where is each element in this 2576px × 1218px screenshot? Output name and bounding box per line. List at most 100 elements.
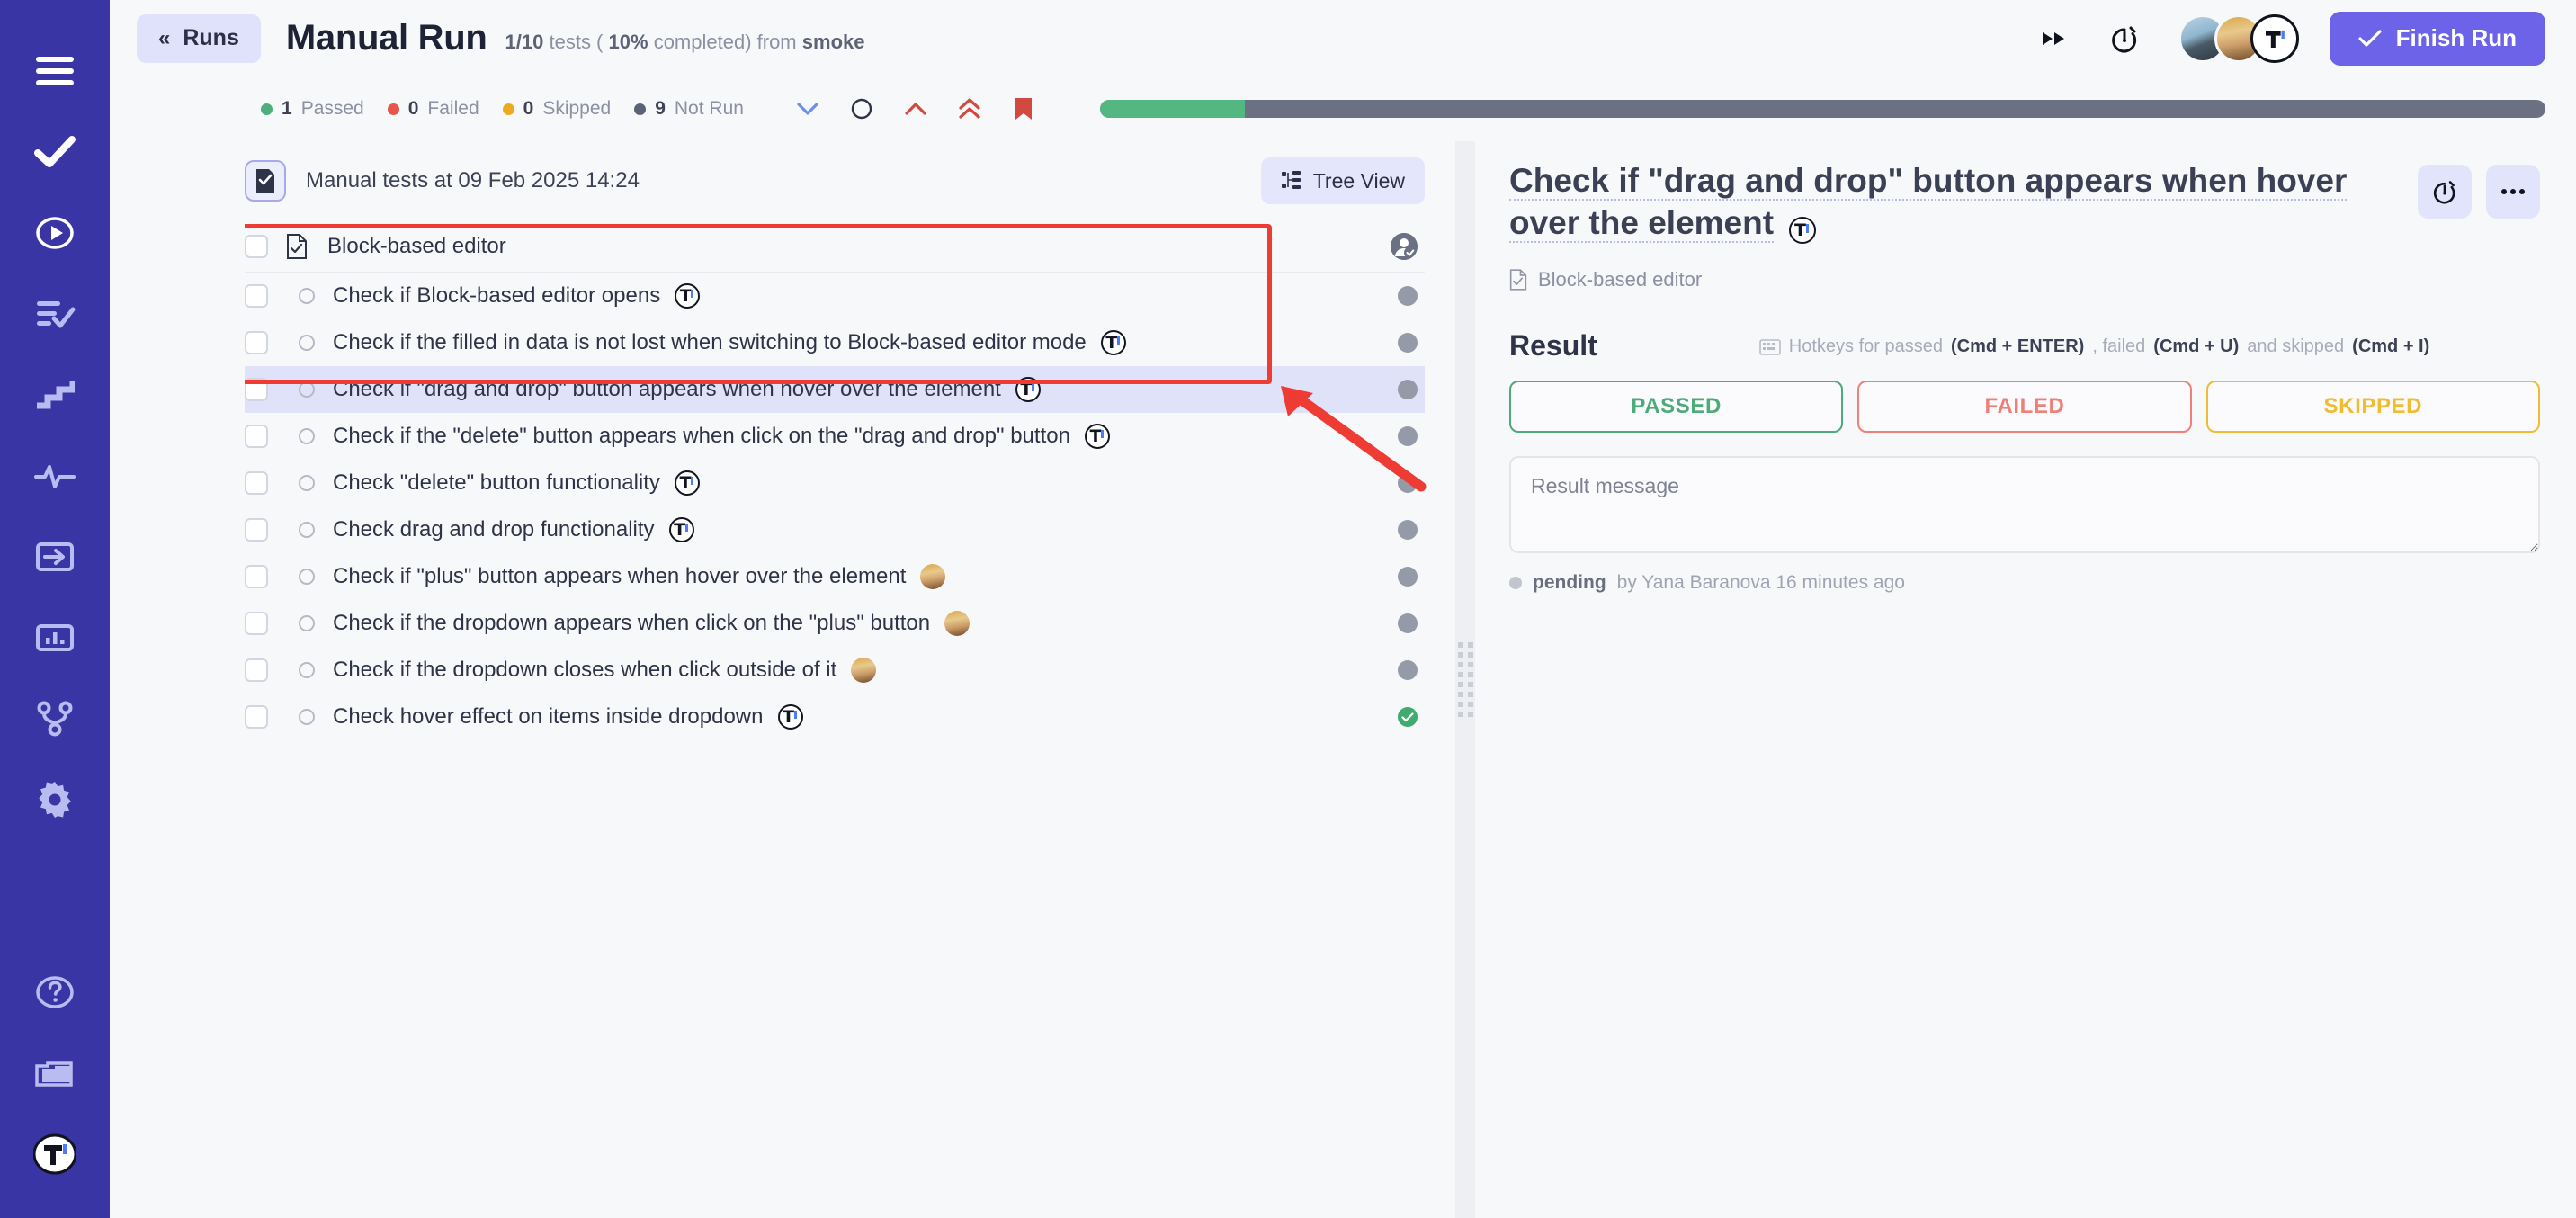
menu-icon[interactable]	[0, 31, 110, 112]
stopwatch-icon[interactable]	[2105, 19, 2144, 58]
test-checkbox[interactable]	[245, 612, 268, 635]
detail-breadcrumb: Block-based editor	[1509, 268, 2540, 291]
participant-avatars[interactable]	[2178, 14, 2299, 63]
test-row[interactable]: Check if the dropdown closes when click …	[245, 647, 1425, 694]
folder-icon[interactable]	[0, 1033, 110, 1114]
branch-icon[interactable]	[0, 678, 110, 759]
test-checkbox[interactable]	[245, 705, 268, 729]
status-badge: 0 Failed	[388, 98, 479, 120]
t-logo-badge-icon[interactable]: T	[675, 283, 700, 309]
chevron-down-icon[interactable]	[792, 94, 823, 124]
passed-count: 1	[282, 98, 292, 120]
result-status-meta: by Yana Baranova 16 minutes ago	[1617, 572, 1905, 594]
assignee-avatar[interactable]	[851, 658, 876, 683]
back-to-runs-label: Runs	[183, 25, 239, 51]
test-checkbox[interactable]	[245, 518, 268, 542]
manual-tests-sheet-icon[interactable]	[245, 160, 286, 202]
test-status-indicator	[1398, 380, 1418, 399]
hotkeys-skipped-key: (Cmd + I)	[2352, 336, 2429, 357]
checkmark-icon[interactable]	[0, 112, 110, 193]
status-dot-notrun	[1398, 567, 1418, 587]
run-subtitle-completed: completed) from	[654, 31, 797, 53]
import-icon[interactable]	[0, 516, 110, 597]
list-check-icon[interactable]	[0, 273, 110, 354]
assignee-avatar[interactable]	[920, 564, 945, 589]
assignee-avatar[interactable]	[944, 611, 970, 636]
test-status-indicator	[1398, 707, 1418, 727]
result-status-text: pending	[1533, 572, 1606, 594]
suite-row[interactable]: Block-based editor	[245, 220, 1425, 273]
mark-passed-button[interactable]: PASSED	[1509, 381, 1843, 433]
t-logo-badge-icon[interactable]: T	[778, 704, 803, 730]
play-circle-icon[interactable]	[0, 193, 110, 273]
mark-skipped-button[interactable]: SKIPPED	[2206, 381, 2540, 433]
test-row[interactable]: Check hover effect on items inside dropd…	[245, 694, 1425, 740]
test-checkbox[interactable]	[245, 658, 268, 682]
test-checkbox[interactable]	[245, 471, 268, 495]
notrun-label: Not Run	[675, 98, 744, 120]
status-dot-notrun	[1398, 473, 1418, 493]
finish-run-button[interactable]: Finish Run	[2330, 12, 2545, 66]
test-row[interactable]: Check if "drag and drop" button appears …	[245, 366, 1425, 413]
test-type-icon	[299, 569, 315, 585]
back-to-runs-button[interactable]: « Runs	[137, 14, 261, 63]
test-row[interactable]: Check if the filled in data is not lost …	[245, 319, 1425, 366]
test-row[interactable]: Check if Block-based editor opensT	[245, 273, 1425, 319]
help-icon[interactable]	[0, 952, 110, 1033]
run-progress-count: 1/10	[505, 31, 544, 53]
circle-icon[interactable]	[846, 94, 877, 124]
mark-failed-button[interactable]: FAILED	[1857, 381, 2191, 433]
test-row[interactable]: Check "delete" button functionalityT	[245, 460, 1425, 506]
test-status-indicator	[1398, 333, 1418, 353]
test-title: Check hover effect on items inside dropd…	[333, 704, 764, 730]
pane-resize-handle[interactable]	[1455, 141, 1475, 1218]
gear-icon[interactable]	[0, 759, 110, 840]
page-title: Manual Run	[286, 18, 487, 58]
result-message-input[interactable]	[1509, 456, 2540, 553]
t-logo-badge-icon[interactable]: T	[675, 470, 700, 496]
test-type-icon	[299, 709, 315, 725]
notrun-count: 9	[655, 98, 666, 120]
fast-forward-icon[interactable]	[2035, 19, 2074, 58]
test-title: Check if the dropdown closes when click …	[333, 658, 836, 683]
t-logo-badge-icon[interactable]: T	[1015, 377, 1041, 402]
ellipsis-icon[interactable]	[2486, 165, 2540, 219]
avatar-workspace-logo[interactable]	[2250, 14, 2299, 63]
test-type-icon	[299, 288, 315, 304]
t-logo-badge-icon[interactable]: T	[669, 517, 694, 542]
content-split: Manual tests at 09 Feb 2025 14:24 Tree V…	[110, 141, 2576, 1218]
test-row[interactable]: Check if the dropdown appears when click…	[245, 600, 1425, 647]
double-chevron-up-icon[interactable]	[954, 94, 985, 124]
detail-suite-name: Block-based editor	[1538, 268, 1702, 291]
tree-view-button[interactable]: Tree View	[1261, 157, 1425, 204]
steps-icon[interactable]	[0, 354, 110, 435]
stopwatch-icon[interactable]	[2418, 165, 2472, 219]
test-checkbox[interactable]	[245, 284, 268, 308]
test-row[interactable]: Check if "plus" button appears when hove…	[245, 553, 1425, 600]
t-logo-badge-icon: T	[1789, 217, 1816, 244]
detail-title[interactable]: Check if "drag and drop" button appears …	[1509, 162, 2347, 243]
passed-label: Passed	[301, 98, 364, 120]
t-logo-badge-icon[interactable]: T	[1101, 330, 1126, 355]
pulse-icon[interactable]	[0, 435, 110, 516]
tree-icon	[1281, 170, 1302, 192]
test-checkbox[interactable]	[245, 565, 268, 588]
suite-checkbox[interactable]	[245, 235, 268, 258]
test-row[interactable]: Check drag and drop functionalityT	[245, 506, 1425, 553]
suite-assignee-avatar[interactable]	[1391, 233, 1418, 260]
test-checkbox[interactable]	[245, 331, 268, 354]
status-dot-notrun	[634, 103, 646, 115]
hotkeys-hint: Hotkeys for passed (Cmd + ENTER) , faile…	[1759, 336, 2429, 357]
flag-icon[interactable]	[1008, 94, 1039, 124]
test-checkbox[interactable]	[245, 425, 268, 448]
test-title: Check if the "delete" button appears whe…	[333, 424, 1070, 449]
workspace-logo[interactable]	[0, 1114, 110, 1195]
chevron-up-icon[interactable]	[900, 94, 931, 124]
t-logo-badge-icon[interactable]: T	[1085, 424, 1110, 449]
chart-icon[interactable]	[0, 597, 110, 678]
status-dot-notrun	[1398, 333, 1418, 353]
test-checkbox[interactable]	[245, 378, 268, 401]
test-row[interactable]: Check if the "delete" button appears whe…	[245, 413, 1425, 460]
status-dot-notrun	[1398, 286, 1418, 306]
failed-count: 0	[408, 98, 419, 120]
